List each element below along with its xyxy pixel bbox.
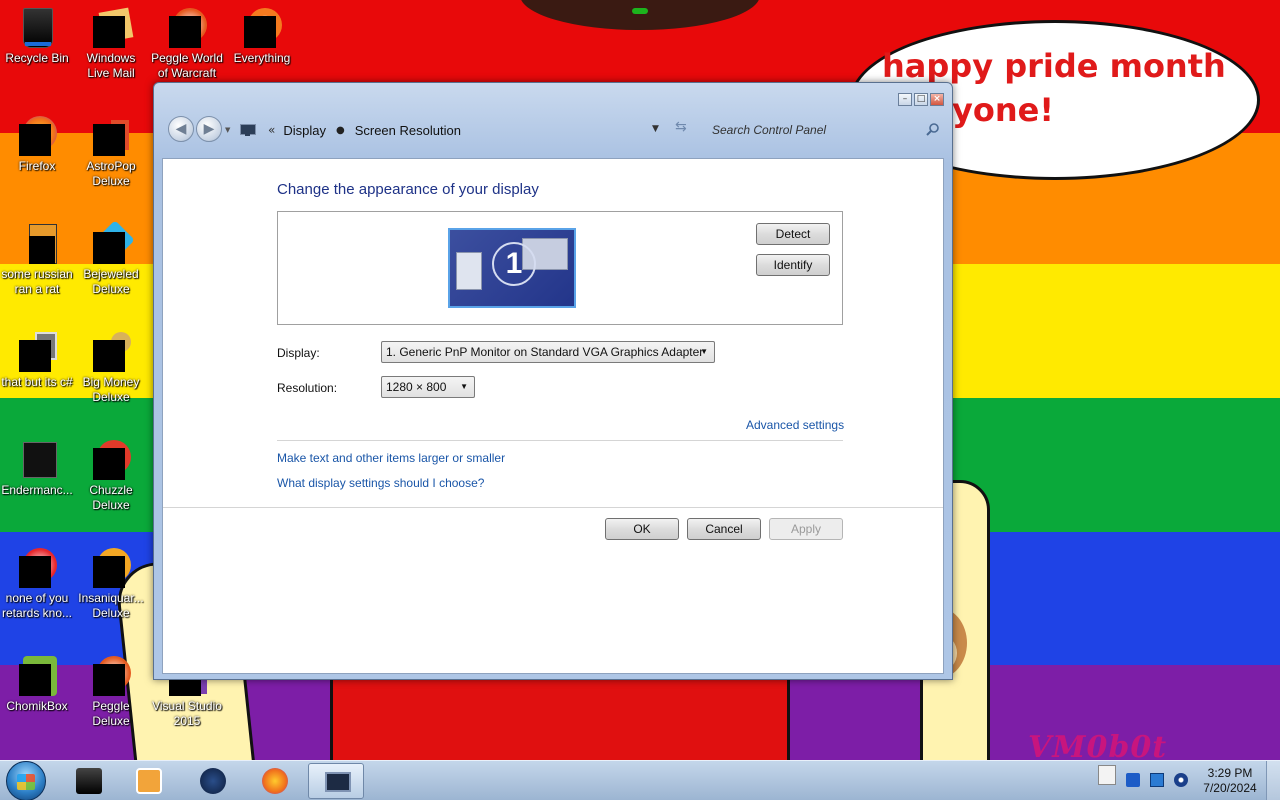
display-select[interactable]: 1. Generic PnP Monitor on Standard VGA G… bbox=[381, 341, 715, 363]
taskbar-app-3[interactable] bbox=[184, 763, 240, 799]
preview-window-icon bbox=[456, 252, 482, 290]
address-dropdown-arrow[interactable]: ▼ bbox=[652, 124, 659, 134]
breadcrumb-screen-resolution[interactable]: Screen Resolution bbox=[355, 123, 461, 138]
page-title: Change the appearance of your display bbox=[277, 181, 539, 198]
resolution-select[interactable]: 1280 × 800 ▼ bbox=[381, 376, 475, 398]
terminal-icon bbox=[17, 440, 57, 480]
recycle-bin-icon bbox=[17, 8, 57, 48]
desktop-icon-peggle-deluxe[interactable]: Peggle Deluxe bbox=[74, 656, 148, 729]
monitor-icon bbox=[325, 772, 351, 792]
breadcrumb-separator[interactable]: ● bbox=[336, 125, 345, 136]
back-button[interactable]: ◀ bbox=[168, 116, 194, 142]
taskbar-app-control-panel[interactable] bbox=[308, 763, 364, 799]
action-center-icon[interactable] bbox=[1126, 773, 1140, 787]
desktop-icon-none-of-you[interactable]: none of you retards kno... bbox=[0, 548, 74, 621]
document-icon bbox=[17, 224, 57, 264]
chevron-down-icon: ▼ bbox=[460, 382, 468, 391]
app-icon bbox=[17, 548, 57, 588]
desktop-icon-big-money-deluxe[interactable]: Big Money Deluxe bbox=[74, 332, 148, 405]
taskbar-app-1[interactable] bbox=[60, 763, 116, 799]
monitor-number: 1 bbox=[492, 242, 536, 286]
text-size-link[interactable]: Make text and other items larger or smal… bbox=[277, 451, 505, 465]
taskbar-app-firefox[interactable] bbox=[246, 763, 302, 799]
everything-icon bbox=[242, 8, 282, 48]
content-pane: Change the appearance of your display 1 … bbox=[162, 158, 944, 674]
wallpaper-watermark: VM0b0t bbox=[1028, 730, 1168, 760]
screen-resolution-window: – □ × ◀ ▶ ▼ « Display ● Screen Resolutio… bbox=[153, 82, 953, 680]
network-icon[interactable] bbox=[1150, 773, 1164, 787]
advanced-settings-link[interactable]: Advanced settings bbox=[746, 418, 844, 432]
chuzzle-icon bbox=[91, 440, 131, 480]
breadcrumb-display[interactable]: Display bbox=[283, 123, 326, 138]
desktop-icon-bejeweled-deluxe[interactable]: Bejeweled Deluxe bbox=[74, 220, 148, 297]
desktop-icon-some-russian-ran-a-rat[interactable]: some russian ran a rat bbox=[0, 224, 74, 297]
peggle-wow-icon bbox=[167, 8, 207, 48]
apply-button[interactable]: Apply bbox=[769, 518, 843, 540]
close-button[interactable]: × bbox=[930, 93, 944, 106]
desktop-icon-astropop-deluxe[interactable]: AstroPop Deluxe bbox=[74, 116, 148, 189]
breadcrumb: « Display ● Screen Resolution bbox=[240, 117, 710, 143]
identify-button[interactable]: Identify bbox=[756, 254, 830, 276]
desktop-icon-chomikbox[interactable]: ChomikBox bbox=[0, 656, 74, 714]
desktop-icon-recycle-bin[interactable]: Recycle Bin bbox=[0, 8, 74, 66]
bejeweled-icon bbox=[91, 220, 135, 264]
control-panel-icon bbox=[240, 124, 256, 136]
monitor-1-preview[interactable]: 1 bbox=[448, 228, 576, 308]
windows-logo-icon bbox=[17, 774, 35, 790]
maximize-button[interactable]: □ bbox=[914, 93, 928, 106]
search-icon[interactable] bbox=[926, 122, 940, 136]
forward-button[interactable]: ▶ bbox=[196, 116, 222, 142]
wallpaper-creature-head bbox=[520, 0, 760, 30]
clock[interactable]: 3:29 PM 7/20/2024 bbox=[1180, 766, 1280, 796]
display-select-value: 1. Generic PnP Monitor on Standard VGA G… bbox=[386, 345, 704, 359]
desktop-icon-chuzzle-deluxe[interactable]: Chuzzle Deluxe bbox=[74, 440, 148, 513]
divider bbox=[277, 440, 843, 441]
monitor-preview-box: 1 Detect Identify bbox=[277, 211, 843, 325]
taskbar-app-2[interactable] bbox=[120, 763, 176, 799]
astropop-icon bbox=[91, 116, 131, 156]
desktop-icon-that-but-its-csharp[interactable]: that but its c# bbox=[0, 332, 74, 390]
cancel-button[interactable]: Cancel bbox=[687, 518, 761, 540]
chomikbox-icon bbox=[17, 656, 57, 696]
clock-time: 3:29 PM bbox=[1207, 766, 1253, 780]
firefox-icon bbox=[262, 768, 288, 794]
show-hidden-icons-icon[interactable] bbox=[1098, 765, 1116, 785]
search-input[interactable]: Search Control Panel bbox=[712, 123, 826, 137]
address-bar: ◀ ▶ ▼ « Display ● Screen Resolution ▼ ⇆ … bbox=[162, 113, 944, 149]
mail-icon bbox=[91, 7, 134, 48]
start-button[interactable] bbox=[6, 761, 46, 800]
desktop-icon-insaniquarium-deluxe[interactable]: Insaniquar... Deluxe bbox=[74, 548, 148, 621]
taskbar: 3:29 PM 7/20/2024 bbox=[0, 760, 1280, 800]
minimize-button[interactable]: – bbox=[898, 93, 912, 106]
insaniquarium-icon bbox=[91, 548, 131, 588]
clock-date: 7/20/2024 bbox=[1203, 781, 1257, 795]
desktop-icon-windows-live-mail[interactable]: Windows Live Mail bbox=[74, 7, 148, 81]
breadcrumb-overflow[interactable]: « bbox=[268, 123, 275, 137]
media-player-icon bbox=[136, 768, 162, 794]
display-help-link[interactable]: What display settings should I choose? bbox=[277, 476, 484, 490]
ok-button[interactable]: OK bbox=[605, 518, 679, 540]
resolution-label: Resolution: bbox=[277, 381, 338, 395]
terminal-icon bbox=[76, 768, 102, 794]
resolution-select-value: 1280 × 800 bbox=[386, 380, 447, 394]
desktop-icon-firefox[interactable]: Firefox bbox=[0, 116, 74, 174]
shortcut-icon bbox=[17, 332, 57, 372]
desktop-icon-endermanch[interactable]: Endermanc... bbox=[0, 440, 74, 498]
desktop-icon-peggle-world-of-warcraft[interactable]: Peggle World of Warcraft bbox=[150, 8, 224, 81]
recent-pages-dropdown[interactable]: ▼ bbox=[225, 126, 230, 134]
firefox-icon bbox=[17, 116, 57, 156]
detect-button[interactable]: Detect bbox=[756, 223, 830, 245]
wallpaper-figure-body bbox=[330, 670, 790, 760]
search-box[interactable]: Search Control Panel bbox=[700, 115, 944, 145]
show-desktop-button[interactable] bbox=[1266, 761, 1280, 800]
window-caption-buttons: – □ × bbox=[896, 93, 944, 106]
chevron-down-icon: ▼ bbox=[700, 347, 708, 356]
peggle-icon bbox=[91, 656, 131, 696]
desktop-icon-everything[interactable]: Everything bbox=[225, 8, 299, 66]
big-money-icon bbox=[91, 332, 131, 372]
refresh-icon[interactable]: ⇆ bbox=[675, 119, 687, 135]
display-label: Display: bbox=[277, 346, 320, 360]
globe-icon bbox=[200, 768, 226, 794]
divider bbox=[163, 507, 943, 508]
